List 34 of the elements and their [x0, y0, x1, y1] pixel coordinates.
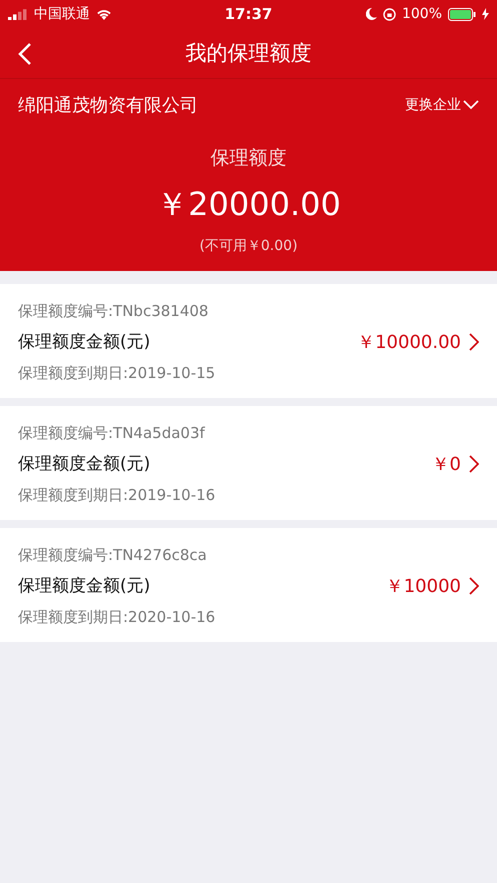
- battery-percentage: 100%: [402, 6, 442, 22]
- page-title: 我的保理额度: [186, 40, 312, 67]
- credit-amount: ￥0: [432, 453, 461, 476]
- charging-icon: [482, 8, 489, 20]
- rotation-lock-icon: [382, 8, 396, 20]
- summary-label: 保理额度: [210, 146, 286, 171]
- chevron-down-icon: [463, 100, 479, 110]
- amount-label: 保理额度金额(元): [18, 331, 150, 353]
- due-date: 保理额度到期日:2020-10-16: [18, 607, 216, 628]
- amount-label: 保理额度金额(元): [18, 453, 150, 475]
- credit-card[interactable]: 保理额度编号:TN4a5da03f 保理额度金额(元) ￥0 保理额度到期日:2019-10-16: [0, 406, 497, 520]
- carrier-name: 中国联通: [34, 5, 90, 23]
- unavailable-amount: (不可用￥0.00): [199, 237, 298, 255]
- credit-number: 保理额度编号:TN4a5da03f: [18, 423, 206, 444]
- moon-icon: [366, 8, 377, 20]
- status-time: 17:37: [224, 5, 272, 23]
- credit-card[interactable]: 保理额度编号:TNbc381408 保理额度金额(元) ￥10000.00 保理额度到期日:2019-10-15: [0, 284, 497, 398]
- credit-number: 保理额度编号:TN4276c8ca: [18, 545, 208, 566]
- due-date: 保理额度到期日:2019-10-16: [18, 485, 216, 506]
- credit-card[interactable]: 保理额度编号:TN4276c8ca 保理额度金额(元) ￥10000 保理额度到期日:2020-10-16: [0, 528, 497, 642]
- credit-number: 保理额度编号:TNbc381408: [18, 301, 210, 322]
- wifi-icon: [96, 8, 112, 20]
- chevron-right-icon: [469, 577, 479, 595]
- amount-label: 保理额度金额(元): [18, 575, 150, 597]
- credit-amount: ￥10000.00: [357, 331, 461, 354]
- company-name: 绵阳通茂物资有限公司: [18, 94, 198, 117]
- signal-icon: [8, 8, 28, 20]
- switch-company-button[interactable]: 更换企业: [405, 96, 479, 114]
- due-date: 保理额度到期日:2019-10-15: [18, 363, 216, 384]
- battery-icon: [448, 8, 476, 20]
- credit-amount: ￥10000: [386, 575, 461, 598]
- chevron-right-icon: [469, 455, 479, 473]
- chevron-right-icon: [469, 333, 479, 351]
- total-amount: ￥20000.00: [156, 184, 341, 225]
